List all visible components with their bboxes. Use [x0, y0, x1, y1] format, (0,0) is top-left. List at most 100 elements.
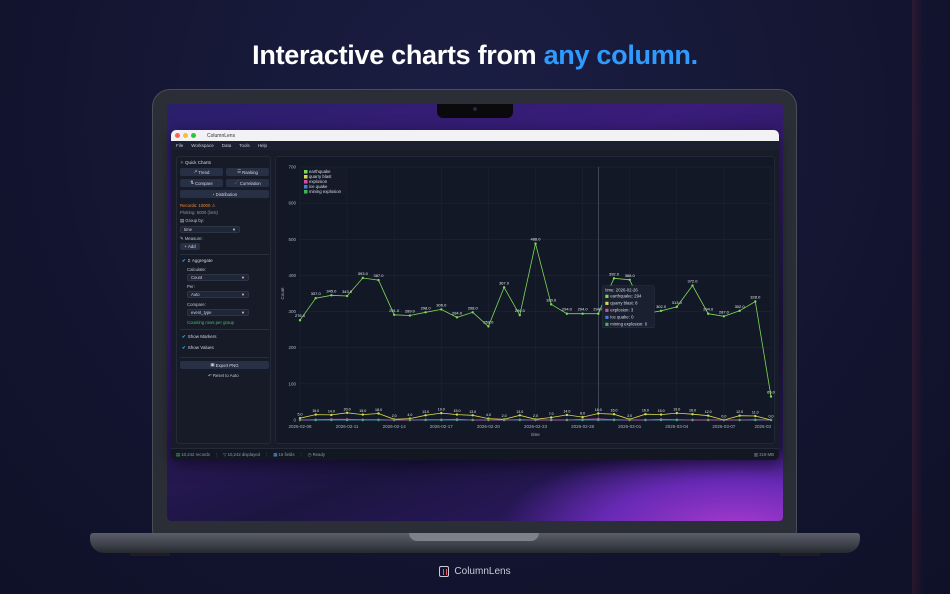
displayed-status-label: 10,242 displayed: [227, 452, 261, 457]
data-label: 18.0: [595, 408, 602, 412]
x-tick-label: 2026-02-08: [288, 424, 312, 429]
headline-prefix: Interactive charts from: [252, 40, 544, 70]
export-png-button[interactable]: ▣ Export PNG: [180, 361, 269, 369]
data-point: [612, 418, 616, 422]
app-window: ColumnLens File Workspace Data Tools Hel…: [171, 130, 779, 460]
menu-tools[interactable]: Tools: [239, 143, 250, 148]
brand-footer: ColumnLens: [0, 566, 950, 577]
compare-select[interactable]: event_type ▼: [187, 309, 249, 316]
correlation-label: Correlation: [239, 180, 261, 186]
data-label: 15.0: [312, 409, 319, 413]
data-point: [361, 276, 364, 280]
tooltip-swatch: [605, 308, 609, 312]
data-label: 298.0: [468, 305, 479, 310]
zoom-window-button[interactable]: [191, 133, 196, 138]
menu-data[interactable]: Data: [222, 143, 232, 148]
data-label: 2.0: [392, 414, 397, 418]
data-point: [612, 413, 616, 416]
data-label: 372.0: [687, 279, 698, 284]
menu-file[interactable]: File: [176, 143, 183, 148]
add-measure-button[interactable]: + Add: [180, 243, 200, 250]
data-label: 337.0: [311, 291, 322, 296]
x-axis-label: time: [531, 432, 540, 437]
data-point: [550, 416, 553, 419]
y-tick-label: 500: [288, 237, 296, 242]
records-status: ▤ 10,242 records: [176, 452, 210, 458]
columnlens-logo-icon: [439, 566, 450, 577]
distribution-button[interactable]: ◔ Distribution: [180, 190, 269, 198]
tooltip-title: time: 2026-02-26: [605, 288, 638, 293]
menu-workspace[interactable]: Workspace: [191, 143, 213, 148]
compare-button[interactable]: ⇅ Compare: [180, 179, 223, 187]
data-label: 302.0: [735, 304, 746, 309]
show-markers-checkbox[interactable]: ✔ Show Markers: [182, 334, 217, 340]
data-label: 13.0: [516, 410, 523, 414]
legend-swatch: [304, 175, 308, 179]
memory-icon: ▥: [753, 451, 758, 457]
trend-button[interactable]: ↗ Trend: [180, 168, 223, 176]
x-tick-label: 2026-02-23: [524, 424, 548, 429]
status-bar: ▤ 10,242 records | ▽ 10,242 displayed | …: [171, 448, 779, 460]
show-values-label: Show Values: [187, 345, 214, 350]
show-values-checkbox[interactable]: ✔ Show Values: [182, 345, 214, 351]
legend-swatch: [304, 170, 308, 174]
status-separator: |: [266, 452, 268, 457]
data-label: 328.0: [750, 294, 761, 299]
per-select[interactable]: Auto ▼: [187, 291, 249, 298]
data-label: 387.0: [373, 273, 384, 278]
group-by-row: ▤ Group by:: [180, 218, 204, 224]
fields-status: ▦ 15 fields: [273, 452, 294, 458]
calculate-select[interactable]: Count ▼: [187, 274, 249, 281]
data-point: [691, 418, 694, 422]
data-point: [330, 413, 333, 417]
reset-auto-button[interactable]: ↶ Reset to Auto: [208, 373, 239, 379]
data-point: [659, 309, 663, 313]
per-label: Per:: [187, 284, 195, 289]
data-label: 302.0: [656, 304, 667, 309]
data-label: 294.0: [703, 307, 714, 312]
data-point: [440, 308, 443, 311]
data-label: 12.0: [736, 410, 743, 414]
legend-swatch: [304, 185, 308, 189]
data-label: 290.0: [515, 308, 526, 313]
quick-charts-label: Quick Charts: [185, 160, 212, 165]
data-label: 294.0: [562, 307, 573, 312]
data-point: [455, 413, 459, 416]
data-point: [754, 418, 757, 422]
plotting-label: Plotting: 5000 (limit): [180, 210, 218, 215]
undo-icon: ↶: [208, 373, 212, 378]
close-window-button[interactable]: [175, 133, 180, 138]
correlation-button[interactable]: ⋰ Correlation: [226, 179, 269, 187]
displayed-status: ▽ 10,242 displayed: [223, 452, 260, 458]
data-point: [314, 413, 317, 416]
ranking-button[interactable]: ☰ Ranking: [226, 168, 269, 176]
data-point: [565, 312, 569, 315]
data-point: [455, 316, 459, 319]
data-label: 343.0: [342, 289, 353, 294]
status-separator: |: [215, 452, 218, 457]
data-point: [597, 412, 600, 415]
data-point: [628, 418, 631, 422]
line-chart[interactable]: 01002003004005006007002026-02-08 2026-02-…: [276, 157, 776, 445]
y-tick-label: 200: [288, 345, 296, 350]
fields-status-label: 15 fields: [278, 452, 295, 457]
data-label: 14.0: [328, 409, 335, 413]
group-by-select[interactable]: time ▼: [180, 226, 240, 233]
data-label: 7.0: [549, 412, 554, 416]
data-label: 65.0: [767, 390, 776, 395]
ranking-label: Ranking: [242, 169, 258, 175]
minimize-window-button[interactable]: [183, 133, 188, 138]
aggregate-checkbox[interactable]: ✔ Σ Aggregate: [182, 258, 213, 264]
data-point: [471, 311, 474, 314]
laptop-foot-left: [130, 553, 170, 556]
data-point: [722, 315, 726, 318]
group-by-label: Group by:: [185, 218, 205, 223]
menu-help[interactable]: Help: [258, 143, 267, 148]
data-point: [361, 418, 364, 422]
data-label: 4.0: [407, 413, 412, 417]
calculate-value: Count: [191, 275, 203, 280]
data-point: [330, 294, 333, 297]
data-point: [471, 414, 474, 417]
chevron-down-icon: ▼: [241, 275, 245, 280]
data-point: [738, 309, 741, 313]
